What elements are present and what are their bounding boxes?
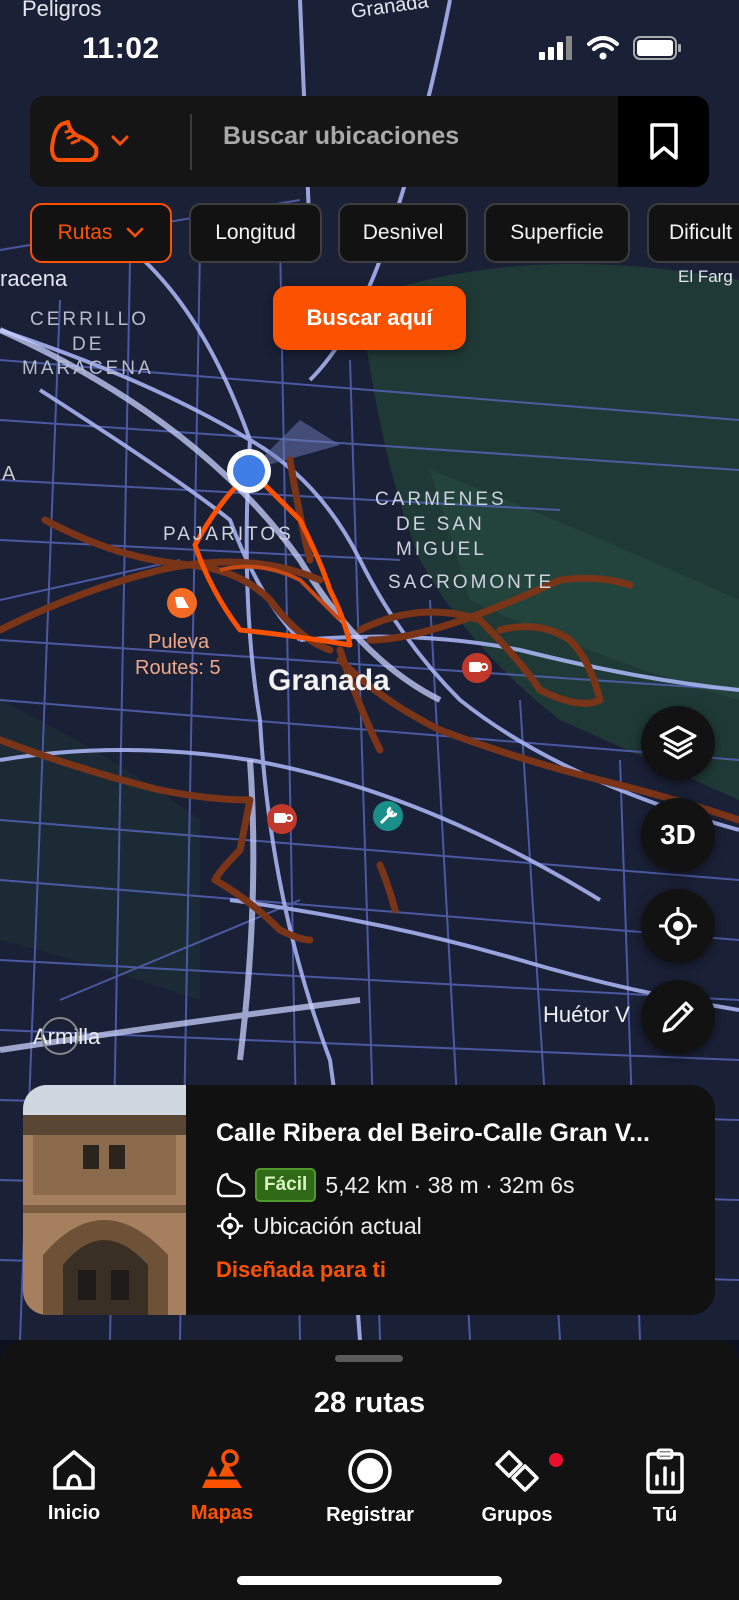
map-label: racena	[0, 266, 68, 291]
map-label: El Farg	[678, 267, 733, 286]
signal-icon	[539, 36, 572, 60]
route-title: Calle Ribera del Beiro-Calle Gran V...	[216, 1119, 650, 1147]
route-tag: Diseñada para ti	[216, 1257, 386, 1282]
home-icon	[53, 1450, 95, 1490]
bookmark-button[interactable]	[618, 96, 709, 187]
nav-label: Mapas	[190, 1502, 254, 1524]
map-label: Granada	[268, 664, 390, 697]
nav-item-grupos[interactable]: Grupos	[443, 1448, 591, 1527]
chip-label: Desnivel	[362, 221, 444, 244]
maps-icon	[202, 1449, 242, 1488]
chevron-down-icon	[111, 135, 129, 147]
map-label: A	[2, 463, 16, 485]
search-bar[interactable]: Buscar ubicaciones	[30, 96, 709, 187]
current-location-dot	[227, 449, 271, 493]
search-input[interactable]: Buscar ubicaciones	[223, 122, 459, 151]
filter-chip-desnivel[interactable]: Desnivel	[338, 203, 468, 263]
filter-chip-dificultad[interactable]: Dificult	[647, 203, 739, 263]
filter-chips: Rutas Longitud Desnivel Superficie Dific…	[30, 203, 739, 263]
map-label: Huétor V	[543, 1002, 630, 1027]
map-label: DE	[72, 334, 104, 355]
layers-button[interactable]	[641, 706, 715, 780]
nav-label: Inicio	[47, 1502, 101, 1524]
map-label: SACROMONTE	[388, 572, 554, 593]
crosshair-icon	[217, 1213, 243, 1239]
nav-item-mapas[interactable]: Mapas	[148, 1448, 296, 1525]
sport-selector[interactable]	[48, 112, 168, 170]
draw-route-button[interactable]	[641, 980, 715, 1054]
nav-label: Grupos	[481, 1504, 553, 1526]
sheet-handle[interactable]	[335, 1355, 403, 1362]
chip-label: Superficie	[510, 221, 604, 244]
filter-chip-longitud[interactable]: Longitud	[189, 203, 322, 263]
three-d-toggle[interactable]: 3D	[641, 798, 715, 872]
chevron-down-icon	[127, 227, 144, 238]
locate-button[interactable]	[641, 889, 715, 963]
pencil-icon	[662, 1001, 694, 1033]
map-label: PAJARITOS	[163, 524, 294, 545]
route-stats: 5,42 km · 38 m · 32m 6s	[325, 1171, 575, 1198]
chip-label: Rutas	[57, 221, 113, 244]
profile-icon	[646, 1448, 684, 1494]
running-shoe-icon	[216, 1172, 246, 1198]
filter-chip-rutas[interactable]: Rutas	[30, 203, 172, 263]
results-count: 28 rutas	[313, 1387, 426, 1419]
map-label: Puleva	[148, 631, 210, 653]
filter-chip-superficie[interactable]: Superficie	[484, 203, 630, 263]
chip-label: Longitud	[215, 221, 296, 244]
nav-item-inicio[interactable]: Inicio	[0, 1448, 148, 1525]
status-bar: 11:02	[0, 0, 739, 95]
route-thumbnail	[23, 1085, 186, 1315]
map-label: MIGUEL	[396, 539, 487, 560]
bike-repair-icon[interactable]	[373, 801, 403, 831]
home-indicator[interactable]	[237, 1576, 502, 1585]
chip-label: Dificult	[669, 221, 733, 244]
route-start: Ubicación actual	[253, 1212, 422, 1239]
running-shoe-icon	[50, 120, 99, 162]
battery-icon	[633, 36, 681, 60]
difficulty-badge: Fácil	[255, 1168, 317, 1202]
bottom-nav: Inicio Mapas Registrar Grupos Tú	[0, 1428, 739, 1558]
map-label: DE SAN	[396, 514, 485, 535]
cafe-icon[interactable]	[267, 804, 297, 834]
layers-icon	[659, 725, 697, 760]
nav-label: Registrar	[326, 1504, 414, 1526]
search-here-button[interactable]: Buscar aquí	[273, 286, 466, 350]
cafe-icon[interactable]	[462, 653, 492, 683]
route-card[interactable]: Calle Ribera del Beiro-Calle Gran V... F…	[23, 1085, 715, 1315]
nav-label: Tú	[652, 1504, 678, 1526]
nav-item-registrar[interactable]: Registrar	[296, 1448, 444, 1527]
search-divider	[190, 114, 192, 170]
wifi-icon	[587, 36, 619, 60]
groups-icon	[495, 1450, 539, 1492]
crosshair-icon	[659, 907, 697, 945]
notification-dot	[549, 1453, 563, 1467]
bookmark-icon	[649, 122, 678, 160]
record-icon	[348, 1449, 392, 1493]
nav-item-tu[interactable]: Tú	[591, 1448, 739, 1527]
map-label: CERRILLO	[30, 309, 149, 330]
map-label: CARMENES	[375, 489, 507, 510]
map-label: Routes: 5	[135, 657, 221, 679]
status-time: 11:02	[82, 32, 160, 65]
three-d-label: 3D	[660, 819, 696, 850]
route-hub-icon[interactable]	[167, 588, 197, 618]
map-label: MARACENA	[22, 358, 154, 379]
